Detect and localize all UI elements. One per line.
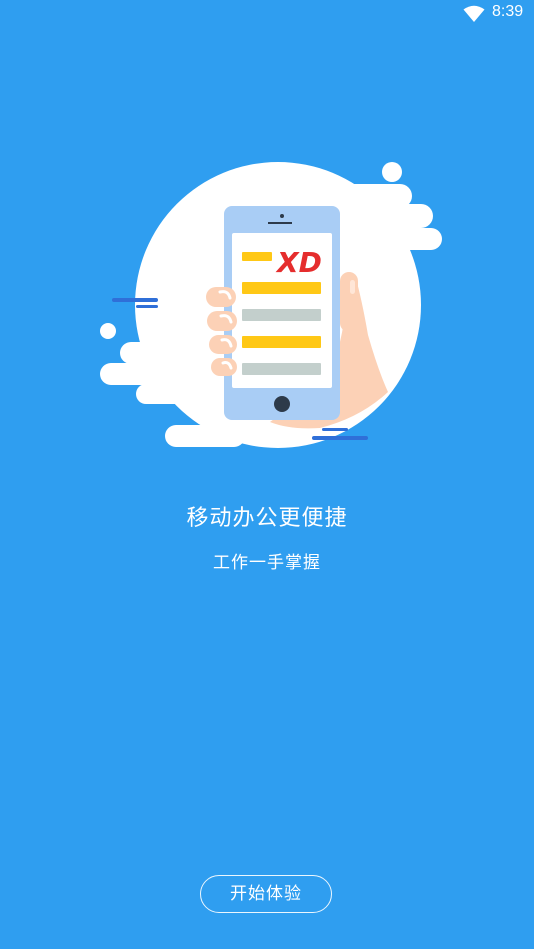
status-bar: 8:39 <box>0 0 534 28</box>
xd-logo-text: XD <box>275 246 322 279</box>
hero-illustration: XD <box>100 162 442 448</box>
page-subtitle: 工作一手掌握 <box>213 553 321 573</box>
clock: 8:39 <box>492 3 524 20</box>
start-experience-button[interactable]: 开始体验 <box>200 875 332 913</box>
wifi-icon <box>463 5 485 22</box>
xd-logo: XD <box>275 246 322 279</box>
page-title: 移动办公更便捷 <box>186 506 348 531</box>
